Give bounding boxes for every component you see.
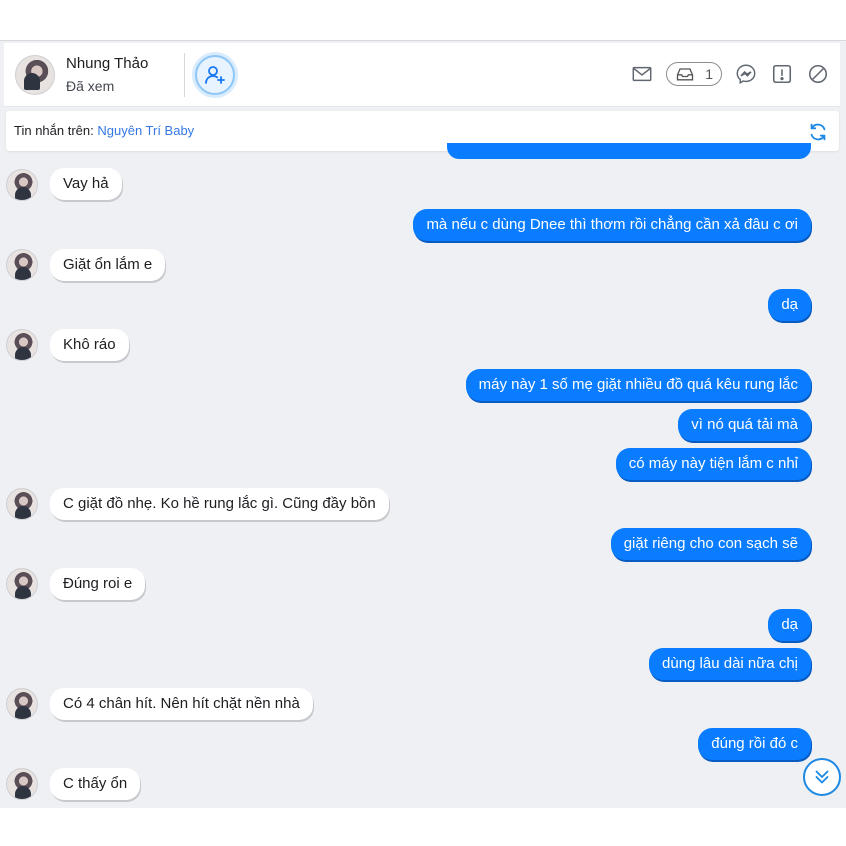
customer-avatar xyxy=(6,329,38,361)
chat-window: Nhung Thảo Đã xem 1 Tin nhắn trên: Nguyê… xyxy=(0,40,846,808)
add-user-icon xyxy=(205,66,225,84)
report-icon xyxy=(772,64,792,84)
message-bubble-outgoing[interactable]: máy này 1 số mẹ giặt nhiều đồ quá kêu ru… xyxy=(465,369,811,401)
previous-message-partial xyxy=(447,143,811,159)
contact-name[interactable]: Nhung Thảo xyxy=(66,55,148,72)
report-button[interactable] xyxy=(770,62,794,86)
messenger-icon xyxy=(736,64,756,84)
customer-avatar xyxy=(6,568,38,600)
customer-avatar xyxy=(6,488,38,520)
double-chevron-down-icon xyxy=(815,770,829,784)
refresh-icon[interactable] xyxy=(807,121,829,143)
source-label-wrap: Tin nhắn trên: Nguyên Trí Baby xyxy=(14,123,194,138)
message-bubble-outgoing[interactable]: đúng rồi đó c xyxy=(698,728,811,760)
message-bubble-incoming[interactable]: C thấy ổn xyxy=(50,768,141,800)
message-bubble-incoming[interactable]: Khô ráo xyxy=(50,329,129,361)
message-list[interactable]: Vay hả mà nếu c dùng Dnee thì thơm rồi c… xyxy=(0,143,846,808)
message-bubble-outgoing[interactable]: giặt riêng cho con sạch sẽ xyxy=(610,528,811,560)
customer-avatar xyxy=(6,169,38,201)
message-bubble-incoming[interactable]: Đúng roi e xyxy=(50,568,146,600)
inbox-icon xyxy=(677,68,694,81)
message-bubble-outgoing[interactable]: dạ xyxy=(768,289,811,321)
message-bubble-incoming[interactable]: Có 4 chân hít. Nên hít chặt nền nhà xyxy=(50,688,313,720)
messenger-button[interactable] xyxy=(734,62,758,86)
mail-button[interactable] xyxy=(630,62,654,86)
customer-avatar xyxy=(6,249,38,281)
inbox-count: 1 xyxy=(705,66,713,82)
header-actions: 1 xyxy=(630,62,830,86)
message-bubble-outgoing[interactable]: có máy này tiện lắm c nhỉ xyxy=(615,448,811,480)
message-bubble-outgoing[interactable]: dạ xyxy=(768,609,811,641)
message-bubble-incoming[interactable]: C giặt đồ nhẹ. Ko hề rung lắc gì. Cũng đ… xyxy=(50,488,389,520)
customer-avatar xyxy=(6,768,38,800)
message-bubble-outgoing[interactable]: vì nó quá tải mà xyxy=(678,409,811,441)
customer-avatar xyxy=(6,688,38,720)
block-icon xyxy=(808,64,828,84)
page-link[interactable]: Nguyên Trí Baby xyxy=(97,123,194,138)
inbox-button[interactable]: 1 xyxy=(666,62,722,86)
message-bubble-incoming[interactable]: Giặt ổn lắm e xyxy=(50,249,166,281)
chat-header: Nhung Thảo Đã xem 1 xyxy=(4,43,840,107)
seen-status: Đã xem xyxy=(66,78,115,94)
block-button[interactable] xyxy=(806,62,830,86)
message-bubble-outgoing[interactable]: mà nếu c dùng Dnee thì thơm rồi chẳng cầ… xyxy=(413,209,811,241)
mail-icon xyxy=(632,66,652,82)
message-bubble-outgoing[interactable]: dùng lâu dài nữa chị xyxy=(649,648,811,680)
add-friend-button[interactable] xyxy=(195,55,235,95)
scroll-to-bottom-button[interactable] xyxy=(803,758,841,796)
message-bubble-incoming[interactable]: Vay hả xyxy=(50,168,122,200)
contact-avatar[interactable] xyxy=(15,55,55,95)
source-label: Tin nhắn trên: xyxy=(14,123,98,138)
header-divider xyxy=(184,53,185,97)
